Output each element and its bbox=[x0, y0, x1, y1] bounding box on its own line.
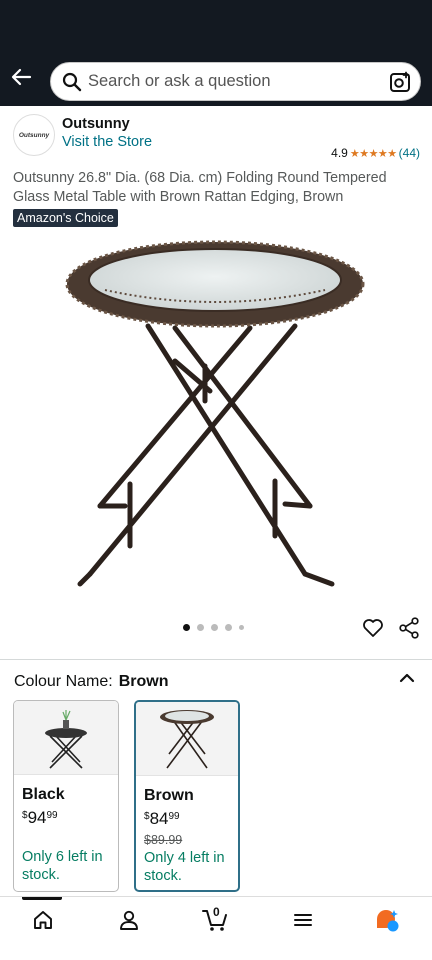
colour-selected-value: Brown bbox=[118, 673, 169, 690]
status-bar bbox=[0, 0, 432, 52]
price-fraction: 99 bbox=[46, 810, 58, 821]
carousel-dot[interactable] bbox=[239, 625, 244, 630]
store-logo-text: Outsunny bbox=[18, 131, 50, 139]
bottom-navigation: 0 bbox=[0, 896, 432, 960]
store-logo[interactable]: Outsunny bbox=[13, 114, 55, 156]
search-header bbox=[0, 52, 432, 106]
price-fraction: 99 bbox=[168, 811, 180, 822]
price-whole: 84 bbox=[149, 809, 169, 828]
search-bar[interactable] bbox=[50, 62, 421, 101]
nav-active-indicator bbox=[22, 897, 62, 900]
colour-option-brown[interactable]: Brown $8499 $89.99 Only 4 left in stock. bbox=[134, 700, 240, 892]
visit-store-link[interactable]: Visit the Store bbox=[62, 134, 152, 150]
store-row: Outsunny Outsunny Visit the Store 4.9 ★★… bbox=[0, 108, 432, 166]
carousel-dot[interactable] bbox=[211, 624, 218, 631]
carousel-dot[interactable] bbox=[197, 624, 204, 631]
product-title: Outsunny 26.8" Dia. (68 Dia. cm) Folding… bbox=[13, 170, 387, 205]
share-icon[interactable] bbox=[398, 617, 420, 639]
carousel-dot[interactable] bbox=[183, 624, 190, 631]
search-input[interactable] bbox=[88, 72, 378, 91]
stock-status: Only 4 left in stock. bbox=[144, 850, 225, 884]
heart-icon[interactable] bbox=[362, 617, 384, 639]
search-icon bbox=[61, 71, 83, 93]
account-icon[interactable] bbox=[116, 907, 142, 933]
rating-summary[interactable]: 4.9 ★★★★★ (44) bbox=[331, 146, 420, 160]
swatch-price: $8499 bbox=[144, 809, 180, 829]
swatch-name: Brown bbox=[144, 787, 194, 804]
camera-lens-icon[interactable] bbox=[389, 71, 411, 93]
section-divider bbox=[0, 659, 432, 660]
image-carousel-dots[interactable] bbox=[183, 624, 244, 631]
round-folding-table-image bbox=[65, 240, 365, 587]
colour-selector-header: Colour Name: Brown bbox=[14, 673, 168, 691]
store-name: Outsunny bbox=[62, 116, 130, 132]
brown-table-thumbnail bbox=[160, 709, 214, 768]
amazons-choice-badge: Amazon's Choice bbox=[13, 209, 118, 227]
rufus-icon[interactable] bbox=[375, 907, 401, 933]
chevron-up-icon[interactable] bbox=[396, 668, 418, 688]
carousel-dot[interactable] bbox=[225, 624, 232, 631]
home-icon[interactable] bbox=[30, 907, 56, 933]
colour-option-black[interactable]: Black $9499 Only 6 left in stock. bbox=[13, 700, 119, 892]
review-count[interactable]: (44) bbox=[399, 146, 420, 160]
black-table-thumbnail bbox=[45, 709, 87, 769]
star-rating-icon: ★★★★★ bbox=[349, 147, 397, 160]
swatch-image bbox=[14, 701, 118, 775]
rating-value: 4.9 bbox=[331, 146, 348, 160]
cart-icon[interactable]: 0 bbox=[202, 905, 228, 933]
product-image[interactable] bbox=[60, 236, 370, 596]
cart-count: 0 bbox=[213, 905, 220, 919]
stock-status: Only 6 left in stock. bbox=[22, 849, 103, 883]
price-symbol: $ bbox=[144, 811, 150, 822]
swatch-image bbox=[136, 702, 238, 776]
swatch-name: Black bbox=[22, 786, 65, 803]
price-symbol: $ bbox=[22, 810, 28, 821]
colour-label: Colour Name: bbox=[14, 673, 113, 690]
price-whole: 94 bbox=[27, 808, 47, 827]
swatch-price: $9499 bbox=[22, 808, 58, 828]
back-arrow-icon[interactable] bbox=[6, 62, 36, 92]
menu-icon[interactable] bbox=[290, 907, 316, 933]
list-price: $89.99 bbox=[144, 833, 183, 847]
